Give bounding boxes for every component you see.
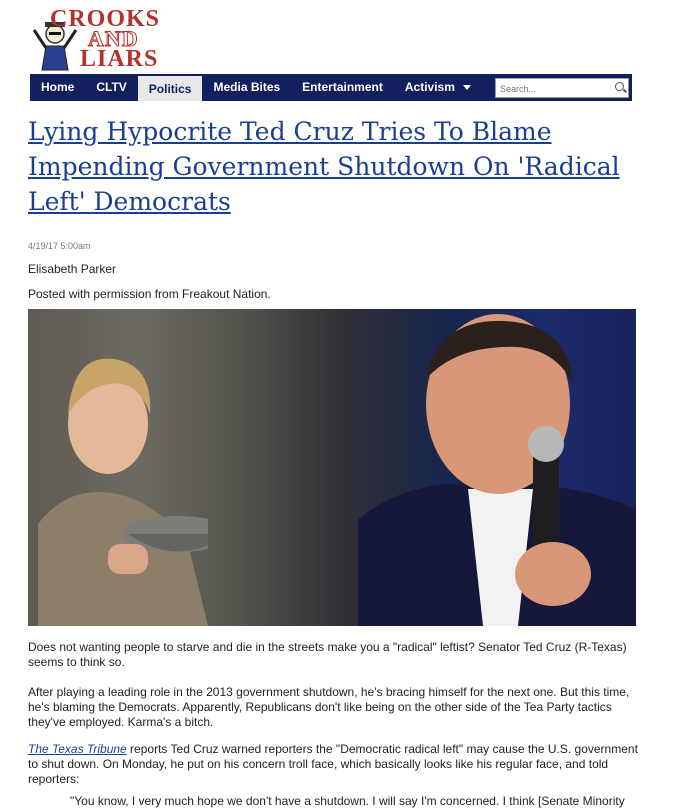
page: CROOKS AND LIARS Home CLTV Politics Medi… (0, 0, 678, 811)
main-nav: Home CLTV Politics Media Bites Entertain… (30, 74, 632, 101)
nav-item-home[interactable]: Home (30, 74, 85, 101)
search-icon[interactable] (615, 81, 624, 91)
permission-note: Posted with permission from Freakout Nat… (28, 287, 271, 301)
nav-item-entertainment[interactable]: Entertainment (291, 74, 394, 101)
nav-item-media-bites[interactable]: Media Bites (202, 74, 291, 101)
nav-item-cltv[interactable]: CLTV (85, 74, 137, 101)
search-box (495, 77, 629, 98)
article-author: Elisabeth Parker (28, 262, 117, 276)
logo-word-liars: LIARS (80, 46, 159, 72)
boy-with-bowl-figure (38, 358, 208, 626)
search-input[interactable] (496, 80, 612, 97)
article-image (28, 309, 636, 626)
article-quote: "You know, I very much hope we don't hav… (70, 794, 625, 808)
nav-item-politics[interactable]: Politics (137, 74, 203, 101)
article-paragraph: After playing a leading role in the 2013… (28, 685, 630, 729)
article-title[interactable]: Lying Hypocrite Ted Cruz Tries To Blame … (28, 114, 648, 219)
nav-item-activism[interactable]: Activism (394, 74, 482, 101)
site-logo[interactable]: CROOKS AND LIARS (30, 6, 170, 72)
nav-item-activism-label: Activism (404, 80, 455, 94)
article-paragraph: Does not wanting people to starve and di… (28, 640, 627, 669)
article-date: 4/19/17 5:00am (28, 241, 91, 251)
man-with-microphone-figure (358, 314, 636, 626)
chevron-down-icon (462, 85, 471, 91)
article-paragraph: The Texas Tribune reports Ted Cruz warne… (28, 742, 646, 787)
texas-tribune-link[interactable]: The Texas Tribune (28, 742, 127, 756)
